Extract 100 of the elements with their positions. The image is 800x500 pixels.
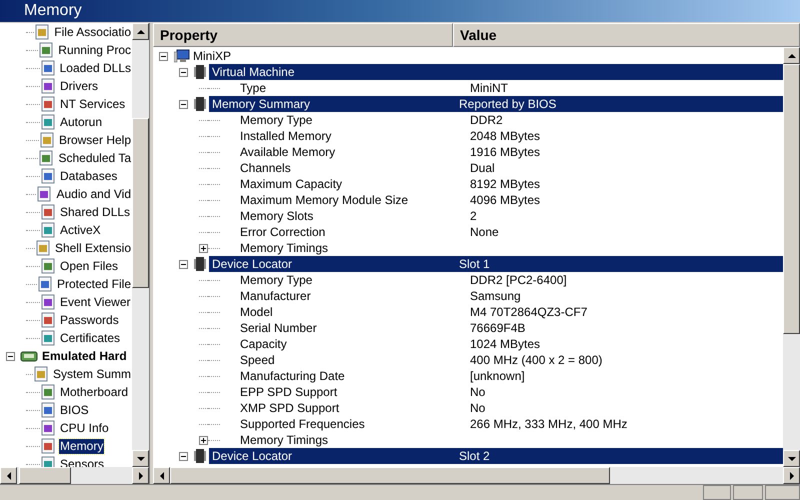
tree-item[interactable]: Audio and Vid: [55, 186, 132, 202]
collapse-toggle[interactable]: [179, 260, 188, 268]
section-header-row[interactable]: Device Locator Slot 1: [209, 256, 783, 272]
collapse-toggle[interactable]: [179, 452, 188, 460]
scroll-up-button[interactable]: [132, 23, 149, 40]
section-header-row[interactable]: Device Locator Slot 2: [209, 448, 783, 464]
document-icon: [40, 420, 56, 436]
document-icon: [40, 258, 56, 274]
section-header-row[interactable]: Memory Summary Reported by BIOS: [209, 96, 783, 112]
tree-item[interactable]: Passwords: [59, 312, 120, 328]
property-value: M4 70T2864QZ3-CF7: [469, 304, 588, 321]
computer-icon: [174, 49, 190, 63]
horizontal-scrollbar[interactable]: [153, 467, 800, 484]
property-label: Model: [240, 304, 274, 321]
property-label: Available Memory: [240, 144, 336, 161]
tree-label[interactable]: MiniXP: [193, 47, 232, 65]
property-label: Capacity: [240, 336, 288, 353]
property-value: 1024 MBytes: [469, 336, 540, 353]
property-label: Device Locator: [211, 448, 294, 465]
tree-item[interactable]: Browser Help: [58, 132, 132, 148]
document-icon: [40, 384, 56, 400]
chip-icon: [194, 448, 206, 464]
scroll-right-button[interactable]: [783, 467, 800, 484]
document-icon: [36, 276, 53, 292]
scroll-thumb[interactable]: [783, 64, 800, 334]
property-label: EPP SPD Support: [240, 384, 338, 401]
property-label: Channels: [240, 160, 292, 177]
property-label: Installed Memory: [240, 128, 332, 145]
property-label: Memory Type: [240, 272, 314, 289]
property-value: Samsung: [469, 288, 521, 305]
vertical-scrollbar[interactable]: [132, 23, 149, 467]
column-header[interactable]: Value: [453, 23, 800, 47]
document-icon: [40, 204, 56, 220]
collapse-toggle[interactable]: [6, 352, 15, 360]
vertical-scrollbar[interactable]: [783, 47, 800, 467]
column-header[interactable]: Property: [153, 23, 453, 47]
document-icon: [40, 402, 56, 418]
property-label: Memory Type: [240, 112, 314, 129]
document-icon: [38, 42, 54, 58]
tree-item[interactable]: Emulated Hard: [41, 348, 128, 364]
document-icon: [38, 132, 55, 148]
document-icon: [40, 114, 56, 130]
document-icon: [34, 240, 51, 256]
scroll-up-button[interactable]: [783, 47, 800, 64]
tree-item[interactable]: Databases: [59, 168, 118, 184]
scroll-thumb[interactable]: [170, 467, 610, 484]
document-icon: [40, 78, 56, 94]
tree-item[interactable]: Drivers: [59, 78, 99, 94]
property-label: Error Correction: [240, 224, 326, 241]
tree-item[interactable]: Certificates: [59, 330, 122, 346]
scroll-right-button[interactable]: [132, 467, 149, 484]
document-icon: [40, 330, 56, 346]
property-label: Serial Number: [240, 320, 318, 337]
property-value: 2048 MBytes: [469, 128, 540, 145]
property-label: Manufacturing Date: [240, 368, 346, 385]
horizontal-scrollbar[interactable]: [0, 467, 149, 484]
property-value: 400 MHz (400 x 2 = 800): [469, 352, 602, 369]
property-value: 76669F4B: [469, 320, 526, 337]
property-label: Supported Frequencies: [240, 416, 366, 433]
property-value: Dual: [469, 160, 495, 177]
property-value: DDR2: [469, 112, 503, 129]
tree-item[interactable]: Motherboard: [59, 384, 130, 400]
tree-item[interactable]: Scheduled Ta: [57, 150, 132, 166]
scroll-left-button[interactable]: [153, 467, 170, 484]
scroll-thumb[interactable]: [19, 467, 71, 484]
property-value: 4096 MBytes: [469, 192, 540, 209]
document-icon: [40, 294, 56, 310]
collapse-toggle[interactable]: [159, 52, 168, 60]
section-header-row[interactable]: Virtual Machine: [209, 64, 783, 80]
property-value: 2: [469, 208, 477, 225]
tree-item[interactable]: Shell Extensio: [54, 240, 132, 256]
property-value: No: [469, 400, 486, 417]
tree-item[interactable]: BIOS: [59, 402, 90, 418]
tree-item[interactable]: NT Services: [59, 96, 126, 112]
scroll-down-button[interactable]: [783, 450, 800, 467]
tree-item[interactable]: Shared DLLs: [59, 204, 132, 220]
tree-item[interactable]: Running Proc: [57, 42, 132, 58]
property-label: Memory Summary: [211, 96, 312, 113]
expand-toggle[interactable]: [199, 244, 208, 252]
tree-item[interactable]: Loaded DLLs: [58, 60, 132, 76]
document-icon: [36, 186, 52, 202]
tree-item[interactable]: Protected File: [56, 276, 132, 292]
document-icon: [32, 366, 49, 382]
scroll-left-button[interactable]: [0, 467, 17, 484]
scroll-thumb[interactable]: [132, 118, 149, 288]
tree-item[interactable]: ActiveX: [59, 222, 102, 238]
tree-item[interactable]: Open Files: [59, 258, 120, 274]
collapse-toggle[interactable]: [179, 68, 188, 76]
tree-item[interactable]: Autorun: [59, 114, 104, 130]
tree-item[interactable]: CPU Info: [59, 420, 110, 436]
expand-toggle[interactable]: [199, 436, 208, 444]
tree-item[interactable]: Event Viewer: [59, 294, 132, 310]
tree-item[interactable]: System Summ: [52, 366, 132, 382]
tree-item[interactable]: File Associatio: [53, 24, 132, 40]
collapse-toggle[interactable]: [179, 100, 188, 108]
chip-icon: [194, 256, 206, 272]
scroll-down-button[interactable]: [132, 450, 149, 467]
window-title: Memory: [24, 1, 82, 21]
tree-item[interactable]: Memory: [59, 438, 104, 454]
document-icon: [40, 60, 56, 76]
